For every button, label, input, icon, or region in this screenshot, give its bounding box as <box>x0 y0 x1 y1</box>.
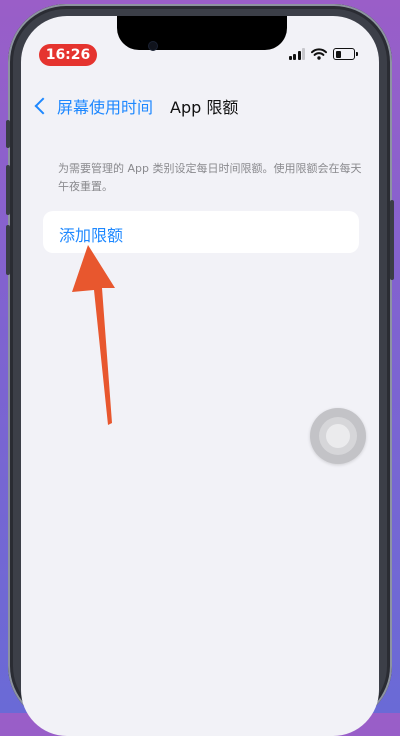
annotation-arrow <box>72 245 115 425</box>
back-button[interactable]: 屏幕使用时间 <box>34 94 154 118</box>
volume-down-button <box>6 225 10 275</box>
status-time: 16:26 <box>39 44 97 66</box>
navigation-bar: 屏幕使用时间 App 限额 <box>21 90 379 120</box>
power-button <box>390 200 394 280</box>
description-text: 为需要管理的 App 类别设定每日时间限额。使用限额会在每天午夜重置。 <box>58 162 362 193</box>
notch <box>117 16 287 50</box>
battery-icon <box>333 48 358 60</box>
back-label: 屏幕使用时间 <box>57 98 154 117</box>
mute-switch <box>6 120 10 148</box>
front-camera <box>149 42 157 50</box>
cellular-signal-icon <box>288 48 305 60</box>
volume-up-button <box>6 165 10 215</box>
status-icons <box>288 48 358 60</box>
page-title: App 限额 <box>170 98 239 117</box>
wifi-icon <box>311 48 327 60</box>
chevron-left-icon <box>34 97 52 115</box>
assistive-touch-button[interactable] <box>310 408 366 464</box>
